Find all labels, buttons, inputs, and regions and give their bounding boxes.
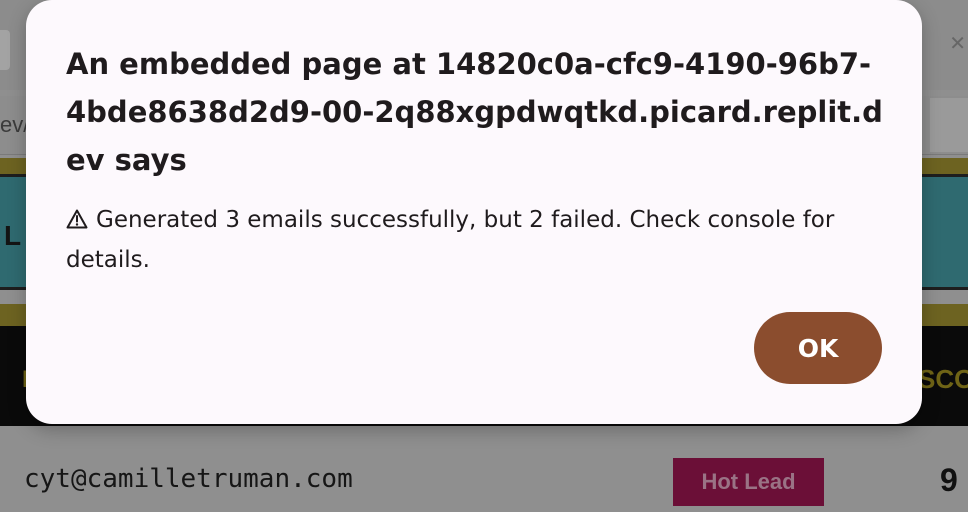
lead-status-badge: Hot Lead — [673, 458, 824, 506]
table-header-score-column: SCO — [918, 364, 968, 394]
dialog-message-block: Generated 3 emails successfully, but 2 f… — [66, 200, 866, 280]
dialog-title: An embedded page at 14820c0a-cfc9-4190-9… — [66, 47, 883, 177]
banner-text: L — [4, 220, 22, 251]
address-bar-text: ev/ — [0, 112, 30, 137]
toolbar-button[interactable] — [930, 98, 968, 152]
lead-email: cyt@camilletruman.com — [24, 464, 353, 494]
lead-score: 9 — [940, 462, 958, 498]
ok-button[interactable]: OK — [754, 312, 882, 384]
close-tab-icon[interactable]: ✕ — [949, 34, 966, 54]
warning-triangle-icon — [66, 209, 88, 229]
browser-tab[interactable] — [0, 30, 10, 70]
alert-dialog: An embedded page at 14820c0a-cfc9-4190-9… — [26, 0, 922, 424]
dialog-message: Generated 3 emails successfully, but 2 f… — [66, 207, 835, 273]
